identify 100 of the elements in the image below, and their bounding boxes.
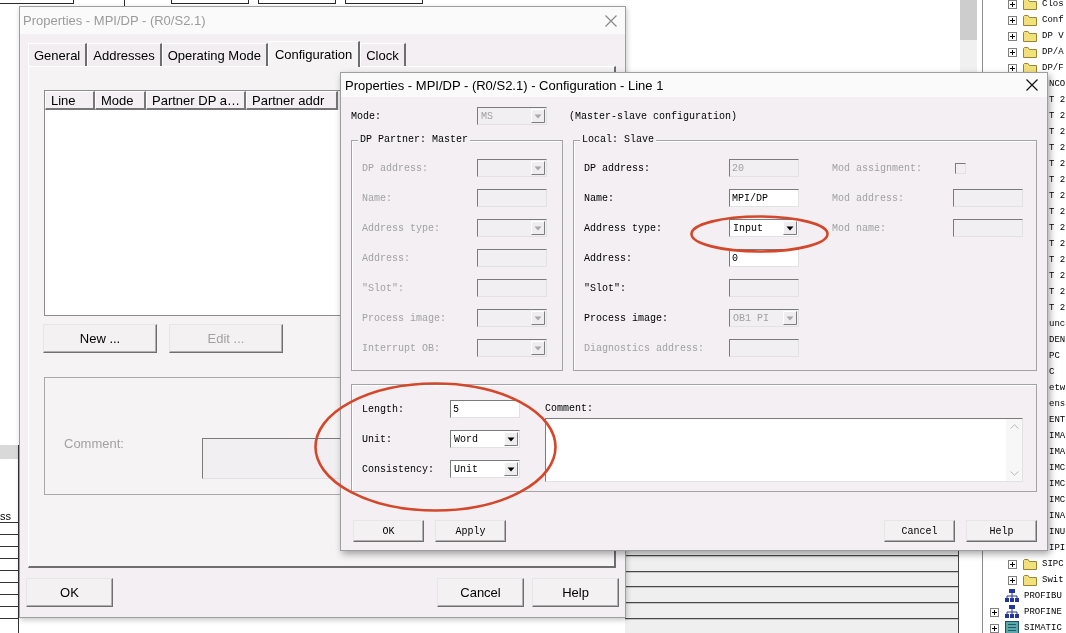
column-header[interactable]: Line: [45, 91, 95, 110]
field-label: Process image:: [362, 312, 447, 324]
list-button[interactable]: New ...: [43, 324, 157, 353]
tree-item[interactable]: T 2: [1049, 172, 1066, 188]
tree-item[interactable]: C: [1049, 364, 1055, 380]
tree-item[interactable]: NCO: [1049, 76, 1066, 92]
plus-box-icon[interactable]: [990, 623, 999, 633]
tree-item[interactable]: SIMATIC: [990, 620, 1062, 633]
tree-item[interactable]: ENT: [1049, 412, 1066, 428]
field-label: Address:: [362, 252, 411, 264]
dialog-button[interactable]: Cancel: [437, 578, 524, 607]
caret-icon: [531, 311, 545, 325]
mode-description: (Master-slave configuration): [569, 110, 738, 122]
column-header[interactable]: Mode: [95, 91, 146, 110]
tree-item[interactable]: SIPC: [1008, 556, 1064, 572]
tree-item[interactable]: IMA: [1049, 428, 1066, 444]
field-label: Mode:: [351, 110, 382, 122]
plus-box-icon[interactable]: [1008, 559, 1017, 569]
tree-item[interactable]: T 2: [1049, 92, 1066, 108]
tree-item[interactable]: IMA: [1049, 444, 1066, 460]
tree-item[interactable]: T 2: [1049, 300, 1066, 316]
field-label: Unit:: [362, 433, 393, 445]
field-label: Comment:: [64, 437, 125, 450]
tree-item[interactable]: T 2: [1049, 156, 1066, 172]
tree-item[interactable]: T 2: [1049, 140, 1066, 156]
comment-field[interactable]: [545, 418, 1023, 482]
tree-item[interactable]: PC: [1049, 348, 1060, 364]
tree-item[interactable]: PROFIBU: [990, 588, 1062, 604]
tree-item[interactable]: Clos: [1008, 0, 1064, 12]
tree-item[interactable]: PROFINE: [990, 604, 1062, 620]
dialog-button[interactable]: Cancel: [884, 520, 955, 542]
field-label: "Slot":: [584, 282, 627, 294]
plus-box-icon[interactable]: [1008, 0, 1017, 9]
network-icon: [1005, 605, 1019, 619]
scrollbar[interactable]: [960, 0, 977, 72]
caret-icon: [504, 432, 518, 446]
tree-item[interactable]: IMC: [1049, 476, 1066, 492]
field-label: Address type:: [584, 222, 663, 234]
tree-item[interactable]: DEN: [1049, 332, 1066, 348]
tree-item[interactable]: T 2: [1049, 252, 1066, 268]
plus-box-icon[interactable]: [1008, 575, 1017, 585]
tree-item[interactable]: T 2: [1049, 284, 1066, 300]
tree-item[interactable]: IMC: [1049, 492, 1066, 508]
tree-item[interactable]: T 2: [1049, 204, 1066, 220]
folder-icon: [1023, 30, 1037, 42]
plus-box-icon[interactable]: [1008, 15, 1017, 25]
plus-box-icon[interactable]: [1008, 47, 1017, 57]
tree-item[interactable]: T 2: [1049, 188, 1066, 204]
tab[interactable]: Configuration: [267, 41, 361, 67]
caret-icon: [531, 341, 545, 355]
tree-item[interactable]: DP V: [1008, 28, 1064, 44]
field-label: Interrupt OB:: [362, 342, 441, 354]
plus-box-icon[interactable]: [1008, 31, 1017, 41]
tree-item[interactable]: unc: [1049, 316, 1066, 332]
plus-box-icon[interactable]: [990, 607, 999, 617]
tab[interactable]: General: [28, 43, 88, 66]
dropdown[interactable]: Unit: [450, 460, 520, 478]
tab[interactable]: Addresses: [87, 43, 162, 66]
close-icon[interactable]: [1026, 79, 1038, 91]
field-label: DP address:: [584, 162, 651, 174]
tree-item[interactable]: INA: [1049, 508, 1066, 524]
field-label: Mod name:: [832, 222, 887, 234]
tree-item[interactable]: ens: [1049, 396, 1066, 412]
tree-item[interactable]: INU: [1049, 524, 1066, 540]
input-field[interactable]: [729, 279, 799, 297]
tree-item[interactable]: Swit: [1008, 572, 1064, 588]
tree-item[interactable]: T 2: [1049, 220, 1066, 236]
dialog-button[interactable]: OK: [353, 520, 424, 542]
chevron-down-icon: [1009, 471, 1019, 476]
tree-item[interactable]: T 2: [1049, 108, 1066, 124]
tree-item[interactable]: T 2: [1049, 268, 1066, 284]
scrollbar[interactable]: [0, 445, 18, 459]
window-title: Properties - MPI/DP - (R0/S2.1) - Configuration - Line 1: [345, 77, 664, 93]
tree-item[interactable]: etw: [1049, 380, 1066, 396]
list-view[interactable]: Line Mode Partner DP a… Partner addr: [44, 90, 340, 316]
tree-item[interactable]: DP/A: [1008, 44, 1064, 60]
scroll-thumb[interactable]: [960, 0, 977, 40]
dialog-button[interactable]: Apply: [435, 520, 506, 542]
folder-icon: [1023, 0, 1037, 10]
dialog-button[interactable]: OK: [26, 578, 113, 607]
dialog-button[interactable]: Help: [532, 578, 619, 607]
input-field[interactable]: 5: [450, 400, 520, 418]
dialog-button[interactable]: Help: [966, 520, 1037, 542]
caret-icon: [504, 462, 518, 476]
dropdown[interactable]: Input: [729, 219, 799, 237]
field-label: Process image:: [584, 312, 669, 324]
tree-item[interactable]: IMC: [1049, 460, 1066, 476]
column-header[interactable]: Partner addr: [246, 91, 338, 110]
tree-item[interactable]: T 2: [1049, 236, 1066, 252]
dropdown[interactable]: Word: [450, 430, 520, 448]
tree-item[interactable]: IPI: [1049, 540, 1066, 556]
field-label: Comment:: [545, 403, 594, 415]
column-header[interactable]: Partner DP a…: [146, 91, 246, 110]
tab[interactable]: Operating Mode: [161, 43, 268, 66]
scrollbar[interactable]: [1006, 419, 1022, 481]
input-field[interactable]: MPI/DP: [729, 189, 799, 207]
caret-icon: [531, 109, 545, 123]
tree-item[interactable]: Conf: [1008, 12, 1064, 28]
tree-item[interactable]: T 2: [1049, 124, 1066, 140]
tab[interactable]: Clock: [360, 43, 406, 66]
